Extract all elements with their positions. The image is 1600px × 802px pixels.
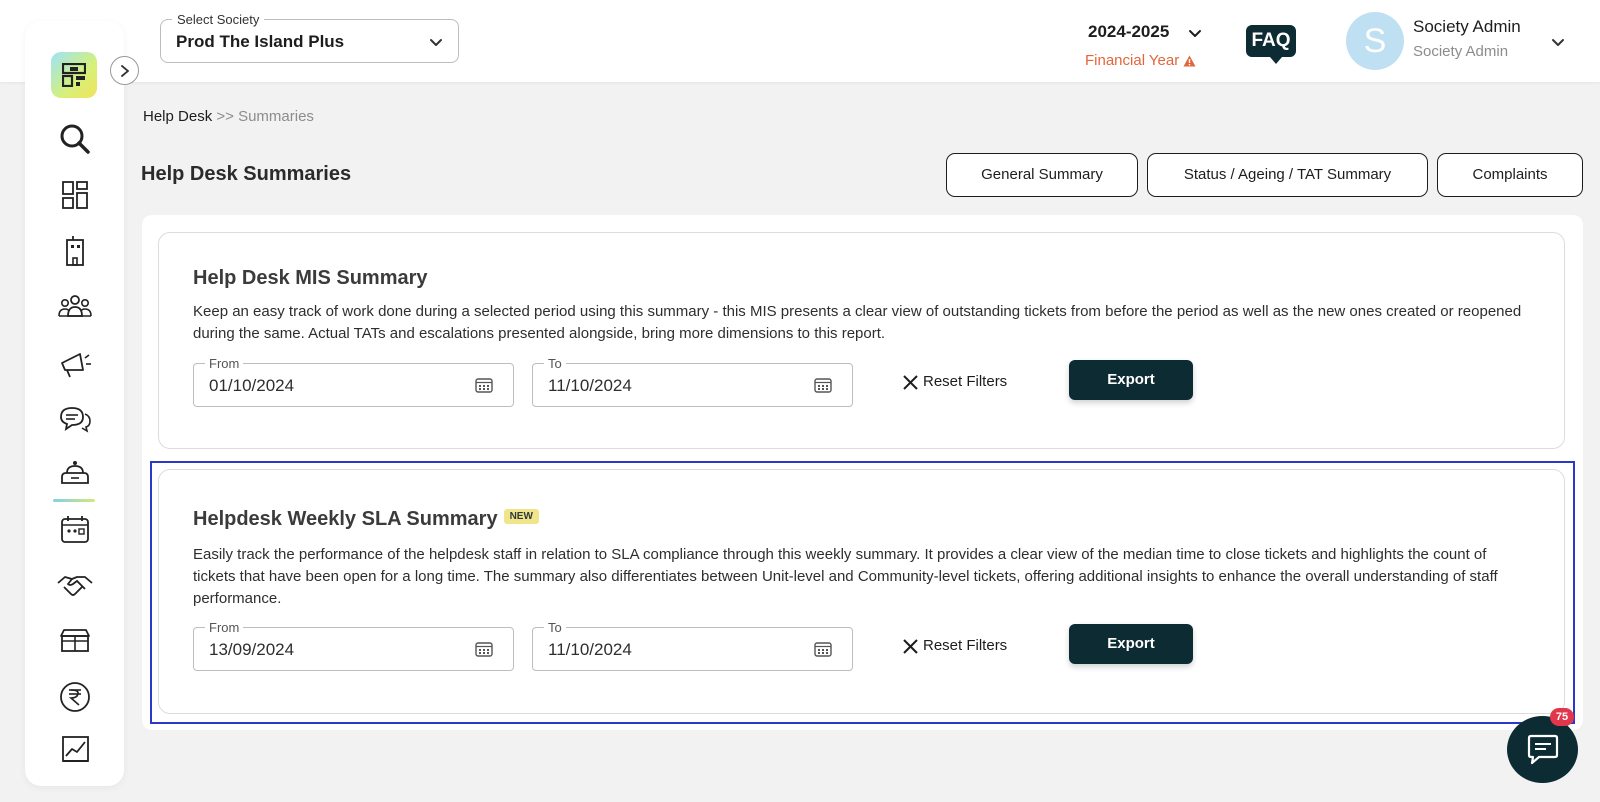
from-date-field[interactable]: From 01/10/2024	[193, 356, 514, 407]
to-date-value: 11/10/2024	[548, 376, 632, 395]
avatar[interactable]: S	[1346, 12, 1404, 70]
chevron-down-icon	[1188, 26, 1202, 45]
chevron-right-icon	[121, 65, 129, 77]
financial-year-value: 2024-2025	[1088, 22, 1170, 41]
community-icon[interactable]	[55, 287, 95, 327]
breadcrumb-separator: >>	[216, 108, 234, 125]
card-title: Helpdesk Weekly SLA Summary NEW	[193, 508, 539, 531]
mis-summary-card: Help Desk MIS Summary Keep an easy track…	[158, 232, 1565, 449]
export-button[interactable]: Export	[1069, 624, 1193, 664]
weekly-sla-summary-card: Helpdesk Weekly SLA Summary NEW Easily tr…	[158, 469, 1565, 714]
from-date-value: 13/09/2024	[209, 640, 295, 659]
dashboard-icon[interactable]	[55, 175, 95, 215]
reset-filters-label: Reset Filters	[923, 637, 1008, 654]
building-icon[interactable]	[55, 231, 95, 271]
status-ageing-tat-summary-button[interactable]: Status / Ageing / TAT Summary	[1147, 153, 1428, 197]
warning-icon	[1183, 54, 1196, 72]
close-icon	[903, 375, 918, 390]
logo-icon	[62, 63, 86, 87]
card-title-text: Helpdesk Weekly SLA Summary	[193, 508, 498, 530]
to-label: To	[544, 620, 566, 635]
chevron-down-icon	[428, 34, 444, 55]
card-title: Help Desk MIS Summary	[193, 267, 428, 289]
society-select-value: Prod The Island Plus	[176, 32, 345, 51]
page-title: Help Desk Summaries	[141, 163, 352, 185]
chat-icon[interactable]	[55, 399, 95, 439]
active-nav-indicator	[53, 499, 95, 502]
breadcrumb-current: Summaries	[238, 108, 314, 125]
to-date-value: 11/10/2024	[548, 640, 632, 659]
society-select-label: Select Society	[172, 12, 265, 27]
top-bar: Select Society Prod The Island Plus 2024…	[0, 0, 1600, 82]
society-select[interactable]: Select Society Prod The Island Plus	[160, 12, 459, 63]
general-summary-button[interactable]: General Summary	[946, 153, 1138, 197]
close-icon	[903, 639, 918, 654]
new-badge: NEW	[503, 509, 539, 524]
user-name[interactable]: Society Admin	[1413, 17, 1521, 37]
complaints-button[interactable]: Complaints	[1437, 153, 1583, 197]
chevron-down-icon[interactable]	[1550, 34, 1566, 55]
sidebar	[25, 21, 124, 786]
faq-button[interactable]: FAQ	[1246, 25, 1296, 64]
from-date-field[interactable]: From 13/09/2024	[193, 620, 514, 671]
export-button[interactable]: Export	[1069, 360, 1193, 400]
from-date-value: 01/10/2024	[209, 376, 295, 395]
card-description: Easily track the performance of the help…	[193, 546, 1498, 607]
reports-icon[interactable]	[55, 729, 95, 769]
handshake-icon[interactable]	[55, 565, 95, 605]
to-date-field[interactable]: To 11/10/2024	[532, 356, 853, 407]
calendar-icon[interactable]	[55, 509, 95, 549]
rupee-icon[interactable]	[55, 677, 95, 717]
calendar-icon[interactable]	[475, 377, 493, 398]
from-label: From	[205, 356, 244, 371]
from-label: From	[205, 620, 244, 635]
search-icon[interactable]	[55, 119, 95, 159]
helpdesk-icon[interactable]	[55, 453, 95, 493]
to-label: To	[544, 356, 566, 371]
breadcrumb-root[interactable]: Help Desk	[143, 108, 212, 125]
user-role: Society Admin	[1413, 43, 1509, 60]
store-icon[interactable]	[55, 621, 95, 661]
reset-filters-label: Reset Filters	[923, 373, 1008, 390]
calendar-icon[interactable]	[814, 641, 832, 662]
breadcrumb: Help Desk >> Summaries	[143, 108, 314, 125]
sidebar-toggle-button[interactable]	[110, 56, 139, 85]
app-logo[interactable]	[51, 52, 97, 98]
announcement-icon[interactable]	[55, 343, 95, 383]
financial-year-label: Financial Year	[1085, 52, 1180, 69]
to-date-field[interactable]: To 11/10/2024	[532, 620, 853, 671]
calendar-icon[interactable]	[814, 377, 832, 398]
card-description: Keep an easy track of work done during a…	[193, 303, 1522, 342]
chat-notification-badge: 75	[1550, 708, 1574, 726]
calendar-icon[interactable]	[475, 641, 493, 662]
chat-bubble-icon	[1527, 734, 1559, 765]
chat-widget-button[interactable]	[1507, 716, 1578, 783]
